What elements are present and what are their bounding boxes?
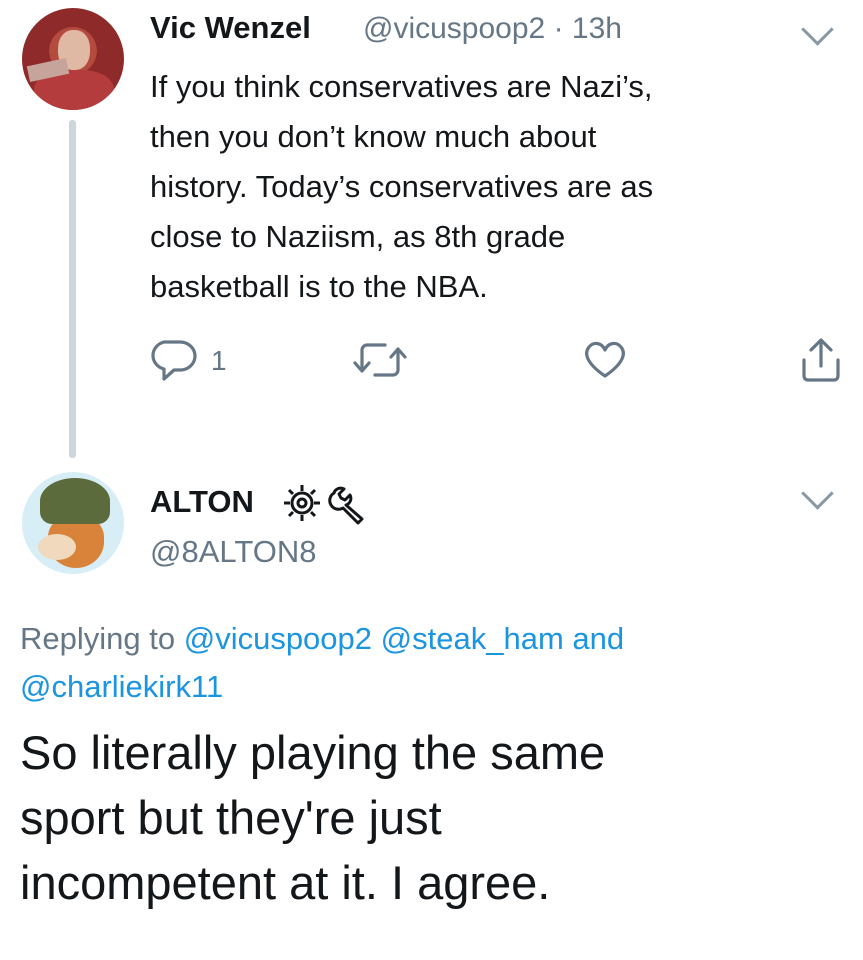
avatar-snout-shape	[38, 534, 76, 560]
retweet-icon[interactable]	[352, 336, 408, 384]
replying-and[interactable]: and	[572, 621, 624, 656]
tweet-text-line: history. Today’s conservatives are as	[150, 169, 654, 204]
tweet-meta: @vicuspoop2 · 13h	[363, 12, 622, 46]
avatar[interactable]	[22, 8, 124, 110]
replying-to: Replying to @vicuspoop2 @steak_ham and @…	[20, 615, 840, 711]
mention-link[interactable]: @steak_ham	[381, 621, 564, 656]
tweet-text-line: So literally playing the same	[20, 726, 606, 779]
tweet-text-line: close to Naziism, as 8th grade	[150, 219, 566, 254]
user-handle[interactable]: @vicuspoop2	[363, 12, 545, 45]
thread-line	[69, 120, 76, 458]
tweet-text: So literally playing the same sport but …	[20, 720, 850, 915]
share-icon[interactable]	[796, 336, 846, 384]
tweet-text-line: basketball is to the NBA.	[150, 269, 488, 304]
avatar-helmet-shape	[40, 478, 110, 524]
wrench-icon	[328, 486, 364, 525]
chevron-down-icon[interactable]	[801, 13, 834, 46]
reply-count: 1	[211, 345, 227, 376]
tweet-text-line: then you don’t know much about	[150, 119, 597, 154]
reply-icon[interactable]	[150, 336, 200, 384]
user-handle[interactable]: @8ALTON8	[150, 534, 316, 570]
name-emoji-group	[284, 485, 364, 525]
replying-prefix: Replying to	[20, 621, 176, 656]
like-icon[interactable]	[580, 336, 630, 384]
mention-link[interactable]: @charliekirk11	[20, 669, 223, 704]
display-name[interactable]: ALTON	[150, 484, 254, 520]
tweet-text-line: sport but they're just	[20, 791, 442, 844]
tweet-text-line: If you think conservatives are Nazi’s,	[150, 69, 653, 104]
meta-separator: ·	[553, 12, 564, 45]
tweet-text-line: incompetent at it. I agree.	[20, 856, 551, 909]
avatar[interactable]	[22, 472, 124, 574]
gear-icon	[284, 485, 320, 521]
mention-link[interactable]: @vicuspoop2	[184, 621, 372, 656]
display-name[interactable]: Vic Wenzel	[150, 10, 311, 46]
tweet-time[interactable]: 13h	[572, 12, 622, 45]
tweet-text: If you think conservatives are Nazi’s, t…	[150, 62, 830, 312]
chevron-down-icon[interactable]	[801, 477, 834, 510]
